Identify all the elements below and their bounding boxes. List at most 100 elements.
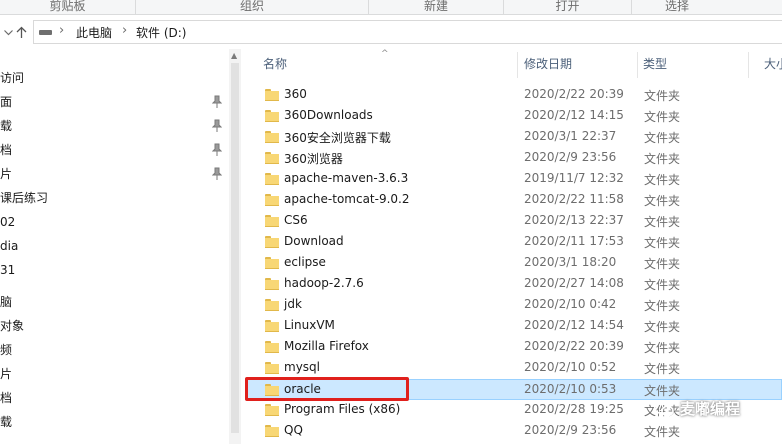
folder-icon	[265, 89, 279, 101]
table-row[interactable]: Mozilla Firefox 2020/2/22 20:39 文件夹	[245, 337, 782, 358]
sidebar-item-this-pc[interactable]: 脑	[0, 291, 12, 313]
file-name: 360Downloads	[284, 108, 373, 122]
ribbon-group-clipboard: 剪贴板	[0, 0, 136, 14]
sidebar-item-folder-dia[interactable]: dia	[0, 235, 18, 257]
table-row[interactable]: eclipse 2020/3/1 18:20 文件夹	[245, 253, 782, 274]
column-header-date[interactable]: 修改日期	[524, 55, 572, 73]
table-row[interactable]: Download 2020/2/11 17:53 文件夹	[245, 232, 782, 253]
table-row[interactable]: jdk 2020/2/10 0:42 文件夹	[245, 295, 782, 316]
folder-icon	[265, 425, 279, 437]
folder-icon	[265, 257, 279, 269]
column-header-size[interactable]: 大小	[764, 55, 782, 73]
table-row[interactable]: mysql 2020/2/10 0:52 文件夹	[245, 358, 782, 379]
ribbon-group-label: 打开	[555, 0, 580, 13]
sidebar-item-pictures[interactable]: 片	[0, 163, 12, 185]
column-divider[interactable]	[517, 52, 518, 78]
pin-icon[interactable]	[211, 143, 223, 157]
table-row[interactable]: 360浏览器 2020/2/9 23:56 文件夹	[245, 148, 782, 169]
folder-icon	[265, 152, 279, 164]
chevron-down-icon	[3, 30, 13, 36]
table-row[interactable]: 360 2020/2/22 20:39 文件夹	[245, 85, 782, 106]
sidebar-item-label: 片	[0, 367, 13, 381]
navigation-pane-scrollbar[interactable]: ▲	[229, 49, 241, 444]
sidebar-item-folder-02[interactable]: 02	[0, 211, 15, 233]
column-header-type[interactable]: 类型	[643, 55, 667, 73]
table-row[interactable]: QQ 2020/2/9 23:56 文件夹	[245, 421, 782, 442]
folder-icon	[265, 110, 279, 122]
up-arrow-icon	[16, 26, 26, 38]
sidebar-item-label: 访问	[0, 71, 25, 85]
sidebar-item-desktop[interactable]: 面	[0, 91, 12, 113]
table-row[interactable]: LinuxVM 2020/2/12 14:54 文件夹	[245, 316, 782, 337]
folder-icon	[265, 341, 279, 353]
table-row[interactable]: apache-tomcat-9.0.2 2020/2/22 11:58 文件夹	[245, 190, 782, 211]
sidebar-item-pictures-pc[interactable]: 片	[0, 363, 12, 385]
file-name: QQ	[284, 423, 303, 437]
file-name: hadoop-2.7.6	[284, 276, 364, 290]
pin-icon[interactable]	[211, 167, 223, 181]
file-modified-date: 2020/2/10 0:53	[524, 382, 617, 396]
file-name: Mozilla Firefox	[284, 339, 369, 353]
folder-icon	[265, 362, 279, 374]
sidebar-item-label: 面	[0, 95, 13, 109]
file-type: 文件夹	[644, 110, 681, 124]
highlight-box	[245, 377, 409, 401]
sidebar-item-homework[interactable]: 课后练习	[0, 187, 48, 209]
table-row[interactable]: 360Downloads 2020/2/12 14:15 文件夹	[245, 106, 782, 127]
file-modified-date: 2020/2/22 20:39	[524, 339, 624, 353]
file-type: 文件夹	[644, 362, 681, 376]
sidebar-item-label: 31	[0, 263, 16, 277]
sidebar-item-quick-access[interactable]: 访问	[0, 67, 24, 89]
sidebar-item-documents[interactable]: 档	[0, 139, 12, 161]
breadcrumb-drive-d[interactable]: 软件 (D:)	[136, 24, 186, 41]
column-divider[interactable]	[637, 52, 638, 78]
ribbon-group-new: 新建	[369, 0, 504, 14]
ribbon-group-organize: 组织	[136, 0, 369, 14]
file-name: apache-tomcat-9.0.2	[284, 192, 410, 206]
up-button[interactable]	[13, 23, 29, 41]
pin-icon[interactable]	[211, 119, 223, 133]
ribbon-group-open: 打开	[504, 0, 632, 14]
sidebar-item-documents-pc[interactable]: 档	[0, 387, 12, 409]
folder-icon	[265, 131, 279, 143]
scroll-up-arrow-icon[interactable]: ▲	[231, 51, 237, 60]
sidebar-item-3d-objects[interactable]: 对象	[0, 315, 24, 337]
ribbon-group-label: 组织	[239, 0, 264, 13]
table-row[interactable]: 360安全浏览器下载 2020/3/1 22:37 文件夹	[245, 127, 782, 148]
sidebar-item-downloads[interactable]: 载	[0, 115, 12, 137]
file-type: 文件夹	[644, 131, 681, 145]
ribbon-group-label: 新建	[423, 0, 448, 13]
column-divider[interactable]	[748, 52, 749, 78]
address-bar[interactable]: › 此电脑 › 软件 (D:)	[33, 20, 782, 44]
file-modified-date: 2020/2/28 19:25	[524, 402, 624, 416]
folder-icon	[265, 299, 279, 311]
watermark-text: 麦嘟编程	[680, 400, 741, 418]
sidebar-item-label: 02	[0, 215, 16, 229]
sidebar-item-label: 载	[0, 415, 13, 429]
file-name: 360	[284, 87, 307, 101]
folder-icon	[265, 404, 279, 416]
file-type: 文件夹	[644, 236, 681, 250]
file-name: 360安全浏览器下载	[284, 131, 391, 145]
table-row[interactable]: CS6 2020/2/13 22:37 文件夹	[245, 211, 782, 232]
sort-ascending-icon: ^	[381, 49, 389, 59]
file-name: 360浏览器	[284, 152, 343, 166]
file-name: Program Files (x86)	[284, 402, 401, 416]
table-row[interactable]: apache-maven-3.6.3 2019/11/7 12:32 文件夹	[245, 169, 782, 190]
file-name: CS6	[284, 213, 308, 227]
scrollbar-thumb[interactable]	[231, 63, 239, 433]
sidebar-item-label: dia	[0, 239, 19, 253]
sidebar-item-label: 档	[0, 391, 13, 405]
file-type: 文件夹	[644, 194, 681, 208]
sidebar-item-folder-31[interactable]: 31	[0, 259, 15, 281]
breadcrumb-this-pc[interactable]: 此电脑	[76, 24, 112, 41]
pin-icon[interactable]	[211, 95, 223, 109]
file-name: apache-maven-3.6.3	[284, 171, 409, 185]
table-row[interactable]: hadoop-2.7.6 2020/2/27 14:08 文件夹	[245, 274, 782, 295]
sidebar-item-label: 对象	[0, 319, 25, 333]
file-type: 文件夹	[644, 299, 681, 313]
file-name: Download	[284, 234, 344, 248]
sidebar-item-downloads-pc[interactable]: 载	[0, 411, 12, 433]
sidebar-item-videos[interactable]: 频	[0, 339, 12, 361]
column-header-name[interactable]: 名称	[263, 55, 287, 73]
